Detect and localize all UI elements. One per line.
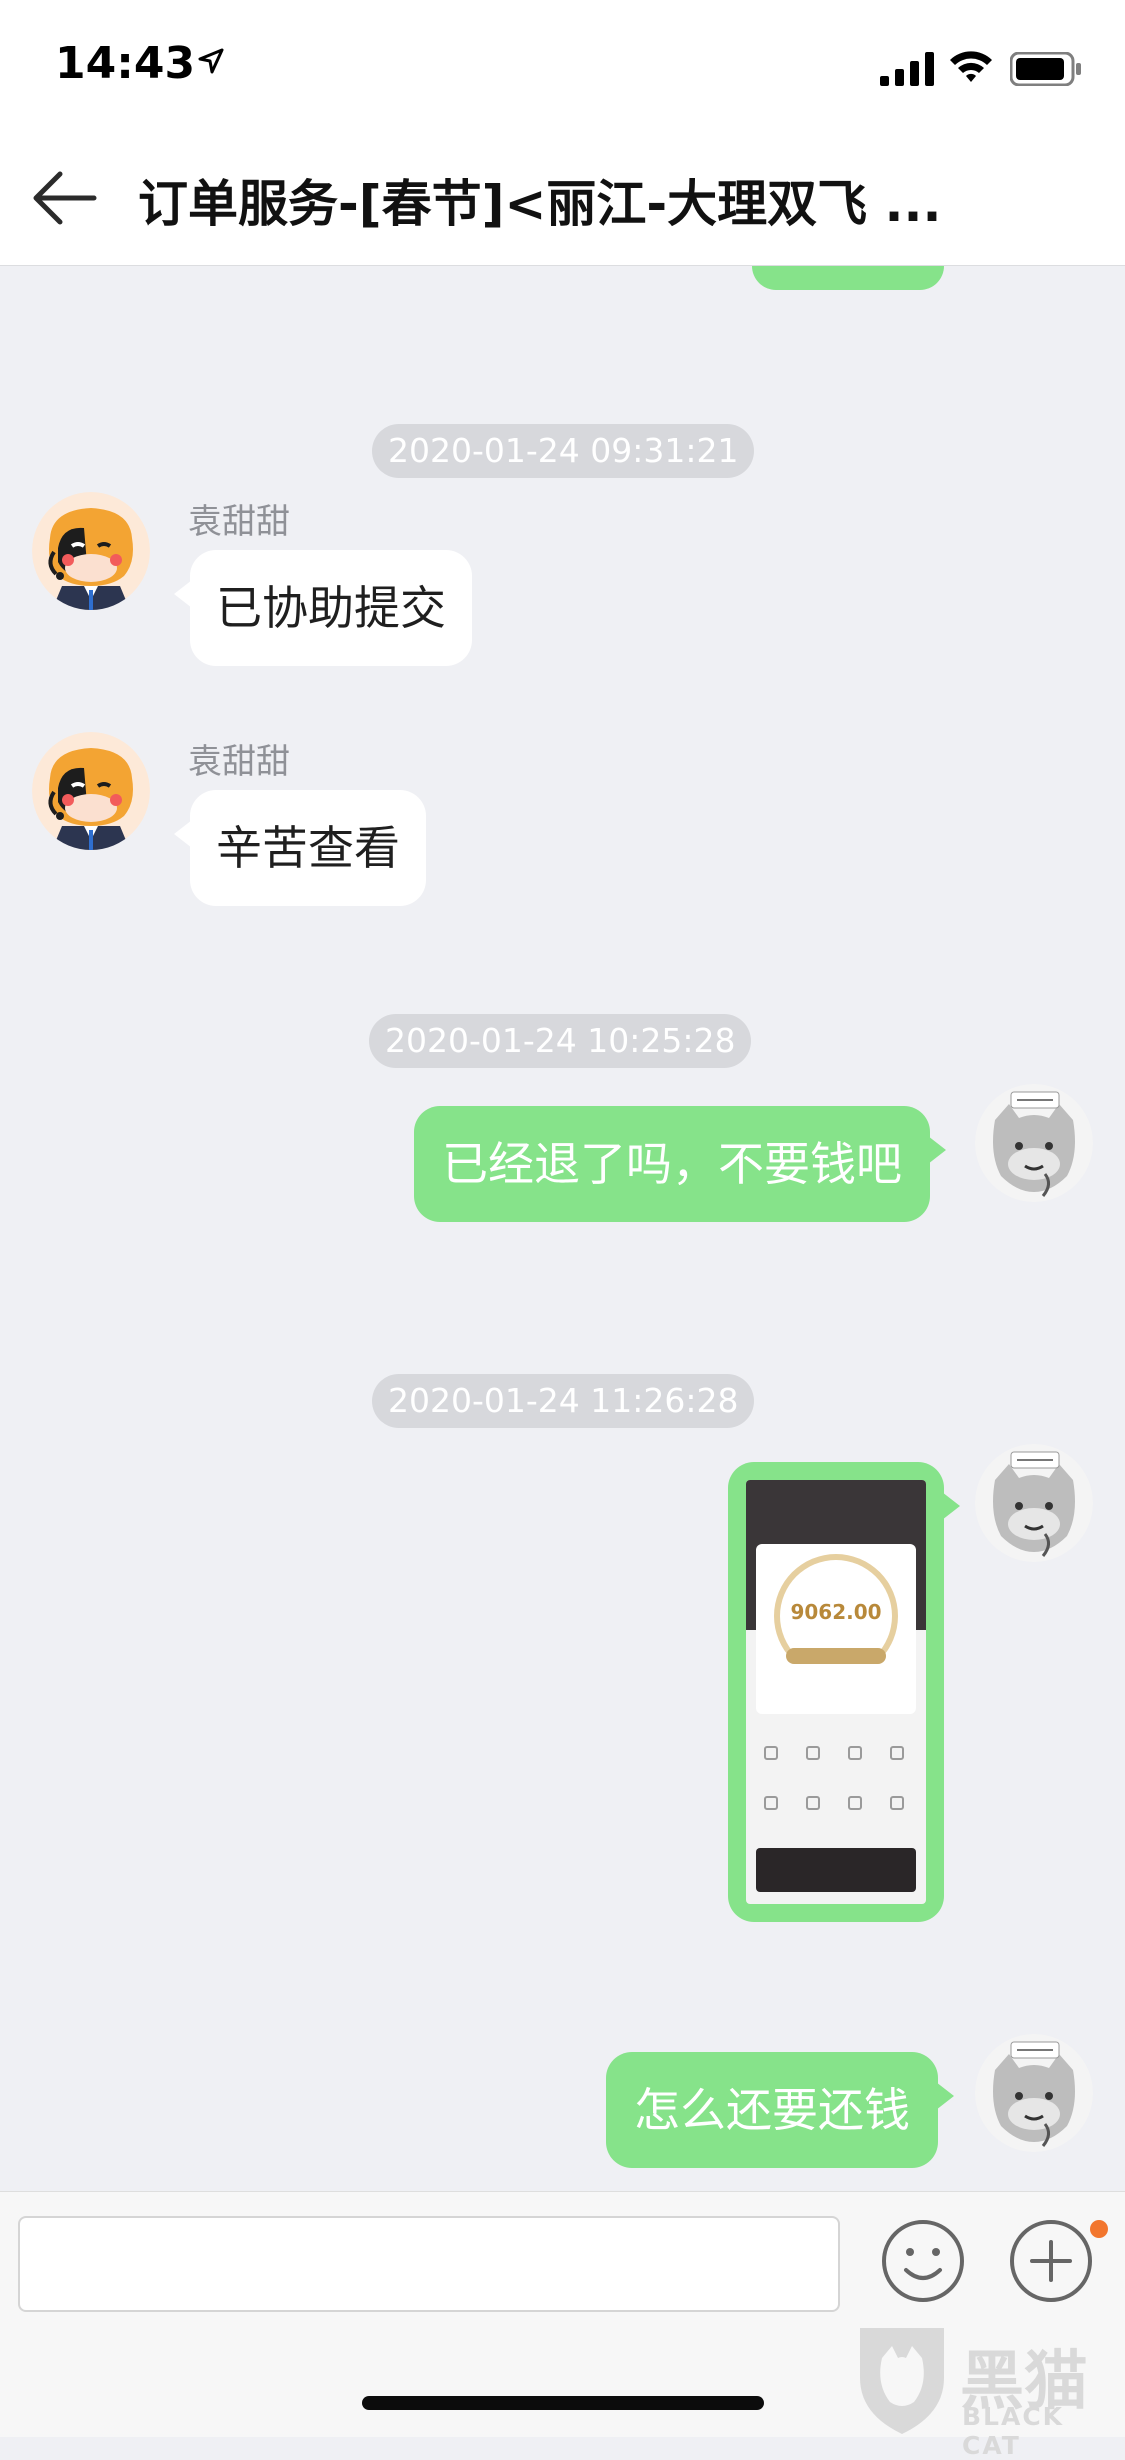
cartoon-cat-icon <box>975 1084 1093 1202</box>
watermark: 黑猫 BLACK CAT <box>852 2318 1122 2460</box>
thumbnail-amount: 9062.00 <box>790 1600 882 1624</box>
user-avatar[interactable] <box>975 1084 1093 1202</box>
status-time: 14:43 <box>55 38 196 89</box>
cartoon-cat-icon <box>975 1444 1093 1562</box>
timestamp: 2020-01-24 09:31:21 <box>372 424 755 478</box>
image-message-bubble[interactable]: 9062.00 <box>728 1462 960 1922</box>
chat-title: 订单服务-[春节]<丽江-大理双飞 ... <box>138 175 942 233</box>
cellular-signal-icon <box>880 52 934 86</box>
message-bubble-outgoing[interactable]: 已经退了吗，不要钱吧 <box>414 1106 946 1222</box>
message-input[interactable] <box>18 2216 840 2312</box>
user-avatar[interactable] <box>975 1444 1093 1562</box>
timestamp: 2020-01-24 11:26:28 <box>372 1374 755 1428</box>
cartoon-cat-icon <box>975 2034 1093 2152</box>
agent-avatar[interactable] <box>32 732 150 850</box>
message-bubble-outgoing[interactable]: 怎么还要还钱 <box>606 2052 954 2168</box>
home-indicator[interactable] <box>362 2396 764 2410</box>
timestamp: 2020-01-24 10:25:28 <box>369 1014 752 1068</box>
user-avatar[interactable] <box>975 2034 1093 2152</box>
notification-dot <box>1090 2220 1108 2238</box>
battery-icon <box>1010 52 1081 86</box>
screenshot-thumbnail[interactable]: 9062.00 <box>746 1480 926 1904</box>
partial-message-bubble <box>752 266 944 290</box>
chat-area[interactable]: 2020-01-24 09:31:21 袁甜甜 已协助提交 袁甜甜 辛苦查看 2… <box>0 266 1125 2191</box>
sender-name: 袁甜甜 <box>188 742 290 782</box>
message-bubble-incoming[interactable]: 辛苦查看 <box>174 790 426 906</box>
cow-mascot-icon <box>32 492 150 610</box>
agent-avatar[interactable] <box>32 492 150 610</box>
nav-bar: 订单服务-[春节]<丽江-大理双飞 ... <box>0 130 1125 266</box>
message-bubble-incoming[interactable]: 已协助提交 <box>174 550 472 666</box>
watermark-brand-en: BLACK CAT <box>962 2402 1065 2460</box>
wifi-icon <box>950 51 992 82</box>
status-bar: 14:43 <box>0 0 1125 130</box>
add-more-icon[interactable] <box>1008 2218 1094 2304</box>
black-cat-logo-icon <box>860 2328 944 2434</box>
emoji-icon[interactable] <box>880 2218 966 2304</box>
location-arrow-icon <box>198 48 224 74</box>
back-arrow-icon[interactable] <box>30 166 100 230</box>
cow-mascot-icon <box>32 732 150 850</box>
sender-name: 袁甜甜 <box>188 502 290 542</box>
